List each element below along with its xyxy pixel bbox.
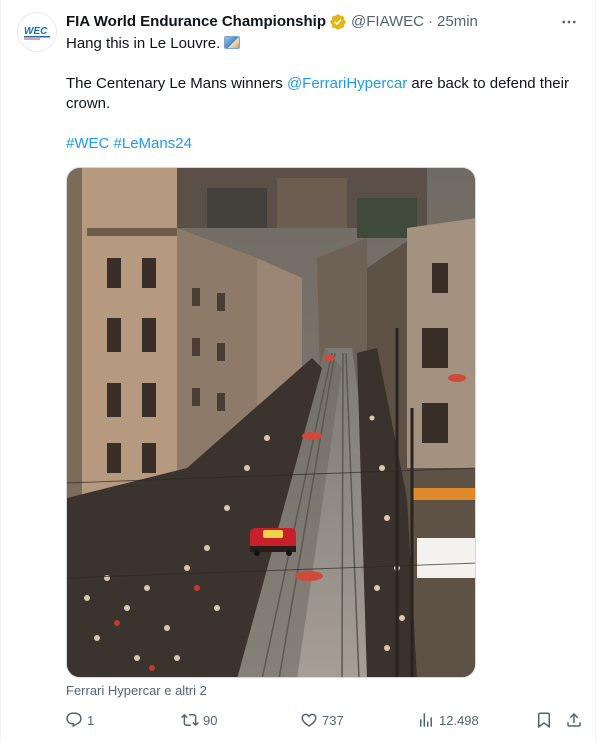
tweet-header: FIA World Endurance Championship @FIAWEC… [66,12,579,32]
hashtags: #WEC #LeMans24 [66,134,579,154]
ferrari-race-car [250,528,296,556]
tweet-line-2: The Centenary Le Mans winners @FerrariHy… [66,74,579,114]
like-count: 737 [322,712,344,728]
tweet-text: Hang this in Le Louvre. The Centenary Le… [66,34,579,154]
reply-count: 1 [87,712,95,728]
tweet-time[interactable]: 25min [437,12,478,32]
repost-button[interactable]: 90 [181,708,217,732]
tweet-line-1: Hang this in Le Louvre. [66,34,579,54]
author-name[interactable]: FIA World Endurance Championship [66,12,326,32]
views-icon [420,713,432,727]
mention-link[interactable]: @FerrariHypercar [287,75,407,92]
wec-logo: WEC [24,26,50,40]
bookmark-button[interactable] [535,708,553,732]
tweet[interactable]: WEC FIA World Endurance Championship @FI… [0,0,596,742]
framed-picture-icon [224,36,241,49]
separator-dot: · [428,13,434,30]
verified-badge-icon [329,13,347,31]
share-icon [567,712,581,727]
reply-icon [66,712,82,728]
hashtag-lemans24[interactable]: #LeMans24 [114,135,192,152]
like-button[interactable]: 737 [300,708,344,732]
race-street-photo [67,168,475,677]
author-handle[interactable]: @FIAWEC [351,12,424,32]
like-icon [301,713,317,727]
views-button[interactable]: 12.498 [417,708,479,732]
tweet-line-2-prefix: The Centenary Le Mans winners [66,75,287,92]
repost-icon [181,713,199,727]
repost-count: 90 [203,712,218,728]
views-count: 12.498 [439,712,479,728]
more-icon[interactable] [559,12,579,32]
reply-button[interactable]: 1 [65,708,94,732]
hashtag-wec[interactable]: #WEC [66,135,109,152]
action-bar: 1 90 737 12.498 [59,708,583,732]
tagged-users[interactable]: Ferrari Hypercar e altri 2 [66,683,207,699]
share-button[interactable] [565,708,583,732]
bookmark-icon [538,712,550,729]
svg-text:WEC: WEC [24,26,48,37]
avatar[interactable]: WEC [17,12,57,52]
tweet-photo[interactable] [66,167,476,678]
tweet-line-1-text: Hang this in Le Louvre. [66,35,221,52]
